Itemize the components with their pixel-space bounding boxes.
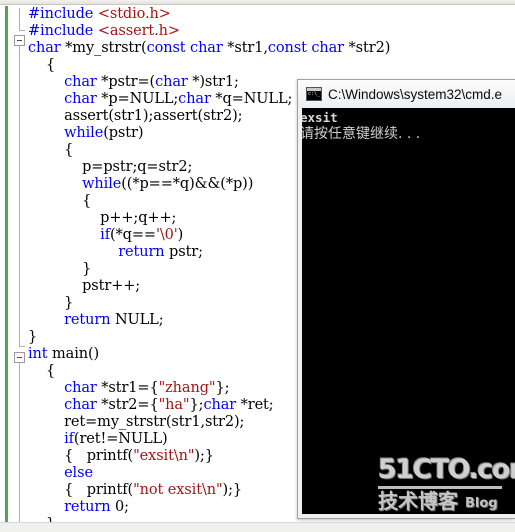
code-token: char (203, 397, 237, 413)
code-token: } (28, 329, 38, 345)
code-token: 0; (110, 499, 129, 515)
code-token: *str1, (222, 40, 268, 56)
code-token: main() (47, 346, 100, 362)
code-token: ret=my_strstr(str1,str2); (64, 414, 245, 430)
code-token: { (46, 363, 56, 379)
code-token: "ha" (158, 397, 190, 413)
code-token: *)str1; (187, 74, 239, 90)
code-token: char (155, 74, 188, 90)
cmd-console-icon (306, 87, 322, 101)
code-token: }; (189, 397, 204, 413)
code-token: *str2={ (96, 397, 159, 413)
code-token: ) (177, 227, 184, 243)
change-indicator-bar (5, 6, 8, 532)
code-token: char (64, 74, 97, 90)
code-token: #include (28, 23, 94, 39)
code-token: } (82, 261, 92, 277)
outline-vline (19, 46, 20, 346)
code-token: if (100, 227, 110, 243)
code-token: char (178, 91, 211, 107)
command-prompt-window[interactable]: C:\Windows\system32\cmd.e exsit 请按任意键继续.… (297, 79, 515, 519)
code-token: { printf( (64, 482, 134, 498)
code-token: pstr++; (82, 278, 141, 294)
code-token: { (46, 57, 56, 73)
code-token: );} (194, 448, 214, 464)
code-token: p=pstr;q=str2; (82, 159, 193, 175)
code-token: p++;q++; (100, 210, 177, 226)
code-token: *p=NULL; (96, 91, 179, 107)
editor-top-toolbar-strip (0, 0, 515, 5)
outline-endcap (19, 346, 25, 347)
code-token: }; (215, 380, 230, 396)
code-token: *pstr=( (96, 74, 156, 90)
code-token: <assert.h> (97, 23, 180, 39)
code-token: *ret; (236, 397, 274, 413)
code-token: (ret!=NULL) (73, 431, 168, 447)
code-token: while (64, 125, 104, 141)
code-token: { (64, 142, 74, 158)
code-token: return (118, 244, 165, 260)
fold-toggle-main[interactable] (14, 352, 25, 363)
code-token: char (64, 380, 97, 396)
code-token: *str1={ (96, 380, 159, 396)
console-line: 请按任意键继续. . . (302, 126, 421, 142)
cmd-console-output[interactable]: exsit 请按任意键继续. . . (302, 108, 515, 514)
code-token: } (64, 295, 74, 311)
code-token: (pstr) (103, 125, 144, 141)
code-token: *str2) (344, 40, 391, 56)
code-line: { (28, 57, 515, 74)
code-token: while (82, 176, 122, 192)
console-line: exsit (302, 110, 338, 125)
cmd-title-bar[interactable]: C:\Windows\system32\cmd.e (298, 80, 515, 108)
code-token: *q=NULL; (210, 91, 293, 107)
fold-toggle-my-strstr[interactable] (14, 35, 25, 46)
code-token: "not exsit\n" (133, 482, 223, 498)
code-line: #include <stdio.h> (28, 6, 515, 23)
editor-bottom-strip (0, 522, 515, 532)
code-token: ((*p==*q)&&(*p)) (121, 176, 254, 192)
code-token: const (146, 40, 186, 56)
outline-vline (19, 8, 20, 30)
code-token: return (64, 499, 111, 515)
cmd-window-title: C:\Windows\system32\cmd.e (328, 86, 503, 102)
code-line: char *my_strstr(const char *str1,const c… (28, 40, 515, 57)
code-token: { (82, 193, 92, 209)
code-token: NULL; (110, 312, 164, 328)
code-line: #include <assert.h> (28, 23, 515, 40)
code-token: assert(str1);assert(str2); (64, 108, 243, 124)
code-token: if (64, 431, 74, 447)
code-token: <stdio.h> (97, 6, 171, 22)
code-token: char (28, 40, 61, 56)
code-folding-gutter[interactable] (12, 6, 28, 532)
code-token: char (64, 91, 97, 107)
code-token: );} (222, 482, 243, 498)
code-token: char (311, 40, 345, 56)
code-token: "zhang" (158, 380, 216, 396)
screenshot-root: #include <stdio.h> #include <assert.h> cha… (0, 0, 515, 532)
code-token: char (190, 40, 223, 56)
code-token: #include (28, 6, 94, 22)
code-token: { printf( (64, 448, 134, 464)
code-token: else (64, 465, 93, 481)
code-token: (*q== (109, 227, 156, 243)
outline-vline (19, 363, 20, 523)
code-token: const (267, 40, 307, 56)
code-token: return (64, 312, 111, 328)
code-token: *my_strstr( (60, 40, 147, 56)
outline-endcap (19, 30, 25, 31)
code-token: int (28, 346, 48, 362)
code-token: pstr; (164, 244, 203, 260)
code-token: char (64, 397, 97, 413)
code-token: '\0' (155, 227, 178, 243)
code-token: "exsit\n" (133, 448, 195, 464)
